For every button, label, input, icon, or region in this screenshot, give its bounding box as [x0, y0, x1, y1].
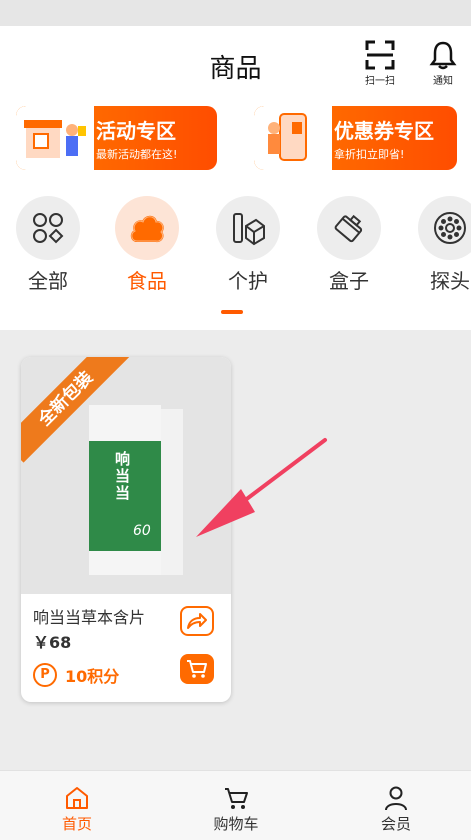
category-probe[interactable]: 探头 — [410, 196, 471, 294]
add-to-cart-button[interactable] — [180, 654, 214, 684]
status-bar — [0, 0, 471, 26]
points-value: 10积分 — [65, 667, 120, 686]
share-icon — [187, 613, 207, 629]
scan-button[interactable]: 扫一扫 — [358, 40, 402, 90]
category-label: 盒子 — [329, 269, 369, 293]
promo-activity-subtitle: 最新活动都在这! — [96, 148, 178, 161]
bottom-nav: 首页 购物车 会员 — [0, 770, 471, 840]
category-all[interactable]: 全部 — [8, 196, 88, 294]
grid-shapes-icon — [33, 213, 64, 244]
header: 商品 扫一扫 通知 — [0, 26, 471, 100]
user-icon — [385, 786, 407, 811]
promo-coupon-subtitle: 拿折扣立即省! — [334, 148, 405, 161]
nav-home[interactable]: 首页 — [37, 785, 117, 834]
scan-label: 扫一扫 — [365, 76, 395, 87]
product-price: ￥68 — [33, 633, 72, 652]
category-active-indicator — [221, 310, 243, 314]
package-text: 响当当 — [115, 450, 131, 502]
nav-member[interactable]: 会员 — [356, 785, 436, 834]
product-list: 响当当 60 全新包装 响当当草本含片 ￥68 P 10积分 — [0, 330, 471, 770]
probe-icon — [434, 212, 466, 244]
category-care[interactable]: 个护 — [208, 196, 288, 294]
shop-illustration-icon — [24, 120, 86, 158]
product-name: 响当当草本含片 — [33, 608, 146, 627]
box-icon — [334, 214, 363, 243]
scan-icon — [365, 40, 395, 70]
promo-area: 活动专区 最新活动都在这! 优惠券专区 拿折扣立即省! — [0, 100, 471, 180]
category-label: 食品 — [127, 269, 167, 293]
points-icon: P — [33, 663, 57, 687]
category-label: 全部 — [28, 269, 68, 293]
bell-icon — [429, 41, 457, 70]
promo-activity-title: 活动专区 — [96, 119, 176, 143]
notify-label: 通知 — [433, 76, 453, 87]
package-count: 60 — [133, 523, 151, 539]
phone-illustration-icon — [268, 113, 307, 161]
product-points: P 10积分 — [33, 663, 119, 687]
product-card[interactable]: 响当当 60 全新包装 响当当草本含片 ￥68 P 10积分 — [21, 357, 231, 702]
bottle-icon — [233, 213, 265, 246]
promo-coupon-illustration — [254, 106, 332, 170]
category-bar: 全部 食品 个护 盒子 探头 — [0, 180, 471, 330]
home-icon — [66, 787, 88, 809]
category-label: 探头 — [430, 269, 470, 293]
promo-activity-illustration — [16, 106, 94, 170]
category-label: 个护 — [228, 269, 268, 293]
nav-cart[interactable]: 购物车 — [196, 785, 276, 834]
cart-icon — [187, 660, 207, 678]
share-button[interactable] — [180, 606, 214, 636]
product-package: 响当当 60 — [89, 405, 183, 575]
nav-label: 购物车 — [213, 815, 259, 833]
cart-icon — [225, 788, 248, 809]
promo-coupon[interactable]: 优惠券专区 拿折扣立即省! — [254, 106, 457, 170]
category-food[interactable]: 食品 — [107, 196, 187, 294]
cloud-icon — [130, 215, 164, 243]
promo-activity[interactable]: 活动专区 最新活动都在这! — [16, 106, 217, 170]
nav-label: 首页 — [61, 815, 92, 833]
nav-label: 会员 — [380, 815, 411, 833]
category-box[interactable]: 盒子 — [309, 196, 389, 294]
notify-button[interactable]: 通知 — [421, 40, 465, 90]
promo-coupon-title: 优惠券专区 — [334, 119, 434, 143]
